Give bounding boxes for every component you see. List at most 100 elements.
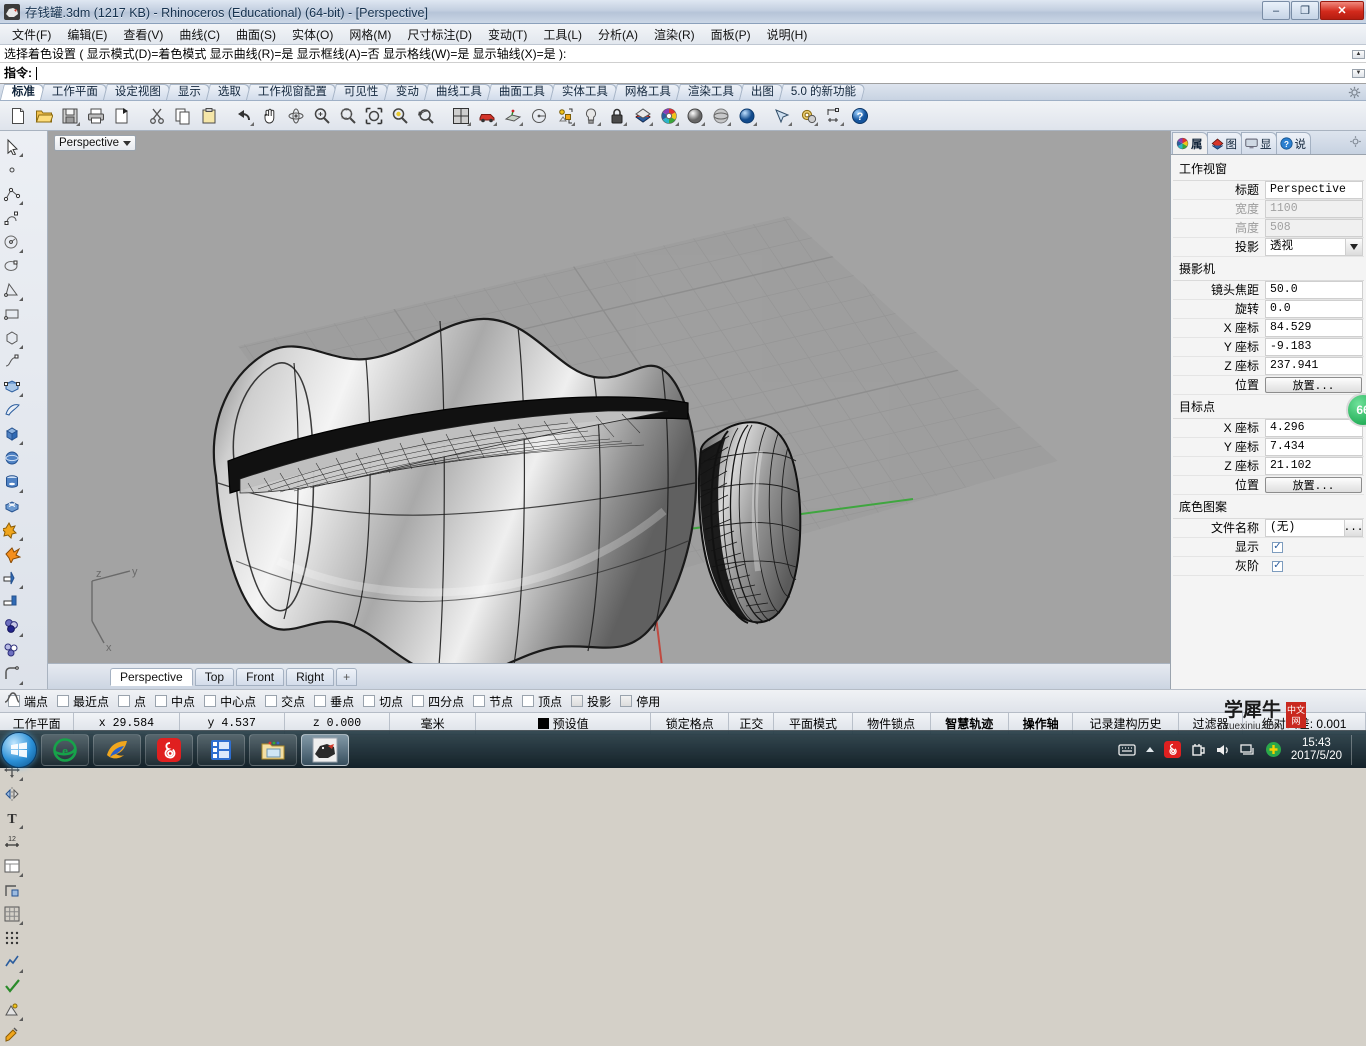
minimize-button[interactable]: – <box>1262 1 1290 20</box>
print-icon[interactable] <box>84 104 107 127</box>
blend-icon[interactable] <box>0 686 24 710</box>
menu-item-10[interactable]: 分析(A) <box>590 24 646 45</box>
dimension-icon[interactable] <box>822 104 845 127</box>
osnap-option[interactable]: 切点 <box>363 693 403 710</box>
osnap-option[interactable]: 投影 <box>571 693 611 710</box>
cylinder-icon[interactable] <box>0 470 24 494</box>
toolbar-tab-9[interactable]: 曲面工具 <box>486 84 555 100</box>
property-value-field[interactable]: 4.296 <box>1265 419 1363 437</box>
close-button[interactable]: ✕ <box>1320 1 1364 20</box>
osnap-option[interactable]: 中心点 <box>204 693 256 710</box>
circle-view-icon[interactable] <box>527 104 550 127</box>
viewport-tab-front[interactable]: Front <box>236 667 285 686</box>
maximize-button[interactable]: ❐ <box>1291 1 1319 20</box>
taskbar-netease-music-icon[interactable] <box>145 733 193 766</box>
toolbar-tab-13[interactable]: 出图 <box>738 84 784 100</box>
taskbar-video-player-icon[interactable] <box>197 733 245 766</box>
osnap-checkbox[interactable] <box>473 695 486 707</box>
chevron-down-icon[interactable] <box>1345 239 1362 255</box>
property-value-field[interactable]: 508 <box>1265 219 1363 237</box>
rotate-view-icon[interactable] <box>284 104 307 127</box>
osnap-checkbox[interactable] <box>363 695 376 707</box>
grid-icon[interactable] <box>0 902 24 926</box>
show-desktop-button[interactable] <box>1351 734 1360 765</box>
copy-icon[interactable] <box>171 104 194 127</box>
trim-icon[interactable] <box>0 566 24 590</box>
osnap-checkbox[interactable] <box>155 695 168 707</box>
property-value-field[interactable]: 7.434 <box>1265 438 1363 456</box>
property-value-field[interactable]: Perspective <box>1265 181 1363 199</box>
toolbar-tab-1[interactable]: 工作平面 <box>40 84 108 100</box>
sphere-icon[interactable] <box>0 446 24 470</box>
chevron-down-icon[interactable] <box>123 140 132 146</box>
scroll-up-icon[interactable]: ▲ <box>1352 50 1365 59</box>
object-snap-icon[interactable] <box>553 104 576 127</box>
polyline-icon[interactable] <box>0 182 24 206</box>
show-hidden-icons-icon[interactable] <box>1145 745 1155 755</box>
ellipse-icon[interactable] <box>0 254 24 278</box>
taskbar-clock[interactable]: 15:43 2017/5/20 <box>1291 737 1342 763</box>
toolbar-tab-6[interactable]: 可见性 <box>332 84 389 100</box>
dimension-tool-icon[interactable] <box>0 926 24 950</box>
menu-item-12[interactable]: 面板(P) <box>703 24 759 45</box>
panel-tab-1[interactable]: 图 <box>1206 132 1242 154</box>
osnap-checkbox[interactable] <box>620 695 633 707</box>
render-icon[interactable] <box>0 998 24 1022</box>
property-value-field[interactable]: 1100 <box>1265 200 1363 218</box>
surface-grid-icon[interactable] <box>0 374 24 398</box>
color-wheel-icon[interactable] <box>657 104 680 127</box>
perspective-viewport[interactable]: z y x Perspective <box>48 131 1170 663</box>
projection-select[interactable]: 透视 <box>1265 238 1363 256</box>
scroll-down-icon[interactable]: ▼ <box>1352 69 1365 78</box>
osnap-checkbox[interactable] <box>571 695 584 707</box>
osnap-option[interactable]: 停用 <box>620 693 660 710</box>
toolbar-tab-2[interactable]: 设定视图 <box>103 84 171 100</box>
pan-hand-icon[interactable] <box>258 104 281 127</box>
undo-icon[interactable] <box>232 104 255 127</box>
toolbar-options-gear-icon[interactable] <box>1348 86 1361 99</box>
select-arrow-icon[interactable] <box>0 134 24 158</box>
viewport-tab-+[interactable]: + <box>336 667 358 686</box>
hexagon-icon[interactable] <box>0 326 24 350</box>
osnap-option[interactable]: 节点 <box>473 693 513 710</box>
save-icon[interactable] <box>58 104 81 127</box>
command-scroll-spinner[interactable]: ▲ ▼ <box>1352 45 1365 83</box>
property-checkbox-cell[interactable] <box>1265 557 1363 575</box>
layers-icon[interactable] <box>631 104 654 127</box>
arc-icon[interactable] <box>0 230 24 254</box>
toolbar-tab-3[interactable]: 显示 <box>166 84 211 100</box>
open-folder-icon[interactable] <box>32 104 55 127</box>
paint-icon[interactable] <box>0 1022 24 1046</box>
osnap-option[interactable]: 最近点 <box>57 693 109 710</box>
car-icon[interactable] <box>475 104 498 127</box>
toolbar-tab-8[interactable]: 曲线工具 <box>423 84 492 100</box>
osnap-checkbox[interactable] <box>412 695 425 707</box>
toolbar-tab-12[interactable]: 渲染工具 <box>675 84 744 100</box>
polygon-tri-icon[interactable] <box>0 278 24 302</box>
light-bulb-icon[interactable] <box>579 104 602 127</box>
dim-icon[interactable]: 12 <box>0 830 24 854</box>
osnap-checkbox[interactable] <box>314 695 327 707</box>
options-gear-icon[interactable] <box>796 104 819 127</box>
text-icon[interactable]: T <box>0 806 24 830</box>
menu-item-11[interactable]: 渲染(R) <box>646 24 703 45</box>
zoom-previous-icon[interactable] <box>414 104 437 127</box>
sphere-group-icon[interactable] <box>0 614 24 638</box>
taskbar-rhino-icon[interactable] <box>301 733 349 766</box>
wallpaper-filename-field[interactable]: (无)... <box>1265 519 1363 537</box>
layout-icon[interactable] <box>0 854 24 878</box>
toolbar-tab-0[interactable]: 标准 <box>0 84 45 100</box>
update-shield-icon[interactable] <box>1265 741 1282 758</box>
toolbar-tab-11[interactable]: 网格工具 <box>612 84 681 100</box>
toolbar-tab-14[interactable]: 5.0 的新功能 <box>778 84 866 100</box>
new-file-icon[interactable] <box>6 104 29 127</box>
viewport-tab-top[interactable]: Top <box>194 667 235 686</box>
layer-color-swatch[interactable] <box>537 718 549 729</box>
scale-icon[interactable] <box>0 878 24 902</box>
menu-item-8[interactable]: 变动(T) <box>480 24 535 45</box>
menu-item-7[interactable]: 尺寸标注(D) <box>399 24 480 45</box>
zoom-extents-icon[interactable] <box>362 104 385 127</box>
split-icon[interactable] <box>0 590 24 614</box>
ghosted-sphere-icon[interactable] <box>709 104 732 127</box>
taskbar-ie-icon[interactable]: e <box>41 733 89 766</box>
